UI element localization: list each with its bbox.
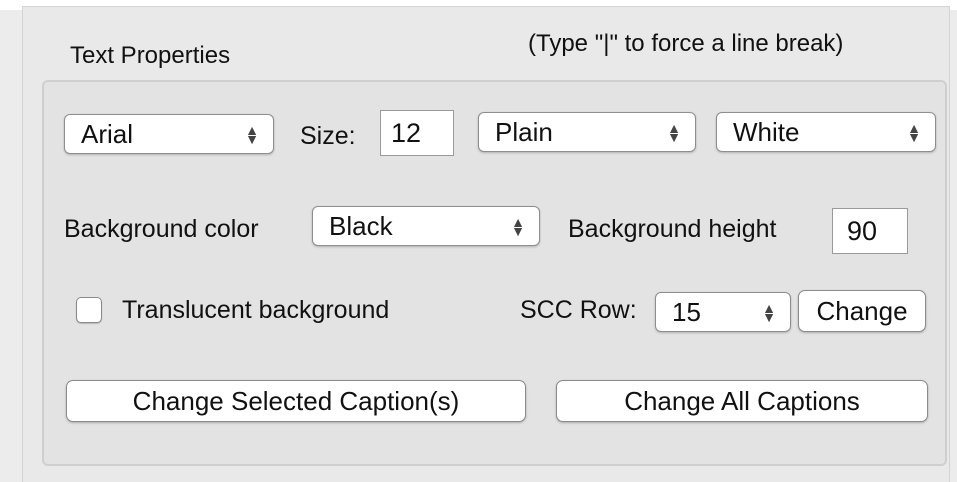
change-all-captions-button[interactable]: Change All Captions — [556, 380, 928, 422]
background-height-label: Background height — [568, 215, 777, 243]
scc-row-popup[interactable]: 15 ▲ ▼ — [655, 292, 791, 332]
change-selected-captions-button[interactable]: Change Selected Caption(s) — [66, 380, 526, 422]
scc-row-label: SCC Row: — [520, 296, 637, 324]
font-color-popup[interactable]: White ▲ ▼ — [716, 112, 936, 152]
size-label: Size: — [300, 122, 356, 150]
up-down-chevron-icon: ▲ ▼ — [667, 120, 681, 145]
up-down-chevron-icon: ▲ ▼ — [762, 300, 776, 325]
background-color-label: Background color — [64, 215, 259, 243]
font-family-value: Arial — [81, 119, 134, 149]
up-down-chevron-icon: ▲ ▼ — [907, 120, 921, 145]
scc-change-button[interactable]: Change — [798, 290, 926, 332]
group-title: Text Properties — [70, 42, 231, 69]
up-down-chevron-icon: ▲ ▼ — [511, 214, 525, 239]
background-color-popup[interactable]: Black ▲ ▼ — [312, 206, 540, 246]
font-family-popup[interactable]: Arial ▲ ▼ — [64, 114, 274, 154]
up-down-chevron-icon: ▲ ▼ — [245, 122, 259, 147]
scc-row-value: 15 — [672, 297, 701, 327]
translucent-background-checkbox[interactable] — [76, 297, 102, 323]
font-style-value: Plain — [495, 117, 553, 147]
font-color-value: White — [733, 117, 800, 147]
background-height-field[interactable]: 90 — [832, 208, 908, 254]
font-style-popup[interactable]: Plain ▲ ▼ — [478, 112, 696, 152]
background-color-value: Black — [329, 211, 393, 241]
font-size-field[interactable]: 12 — [380, 110, 454, 156]
translucent-background-label: Translucent background — [122, 296, 390, 324]
line-break-hint: (Type "|" to force a line break) — [528, 30, 844, 57]
